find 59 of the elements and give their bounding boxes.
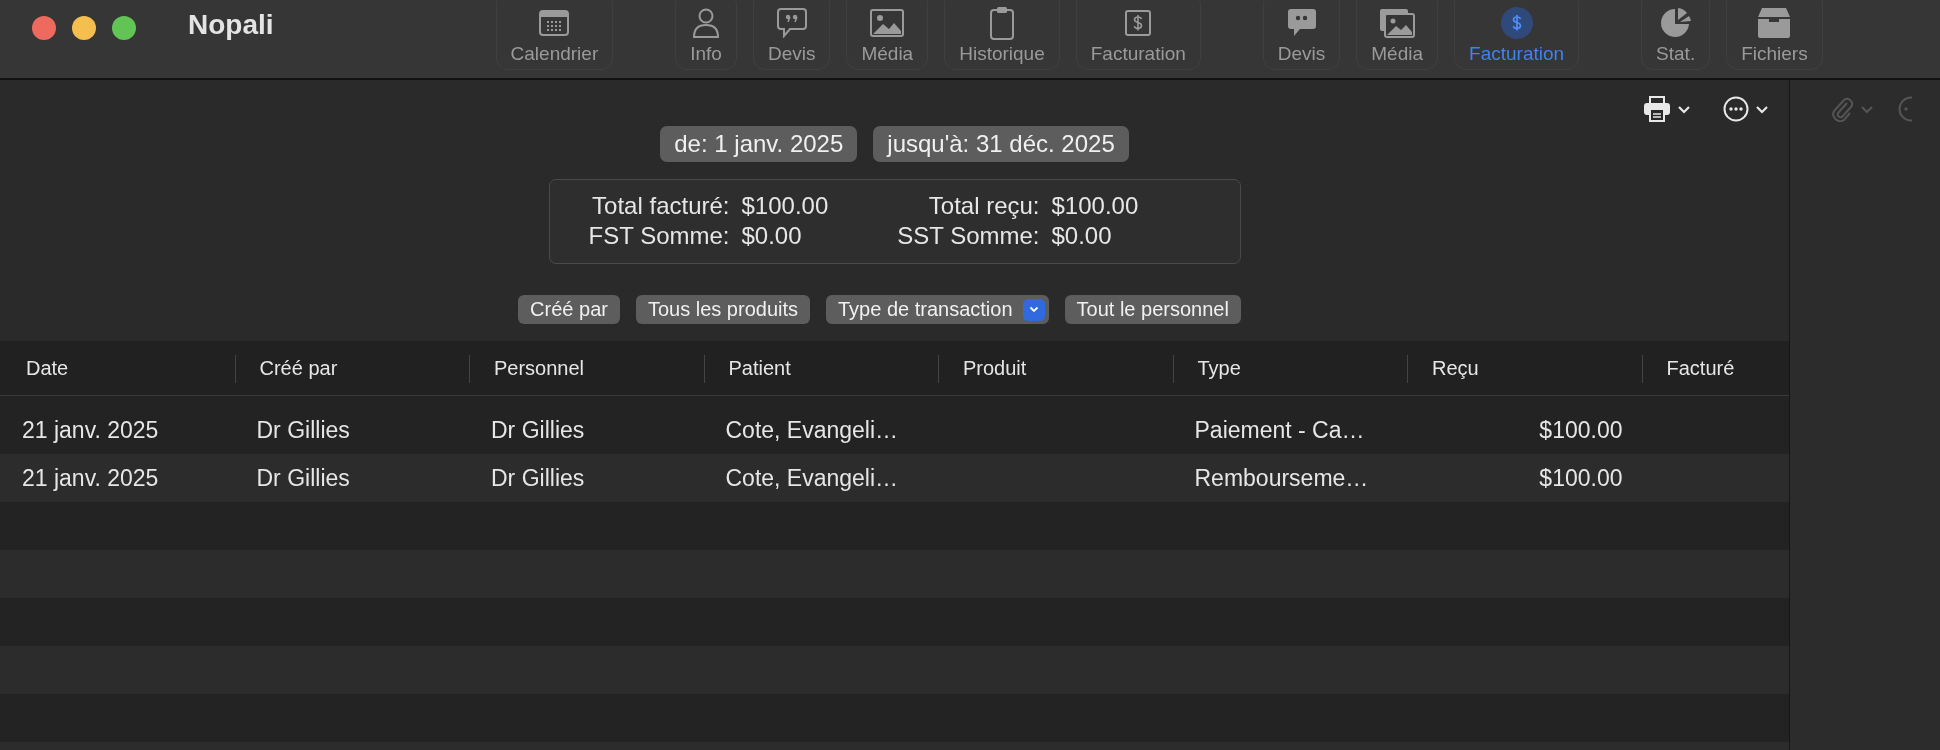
column-header[interactable]: Facturé bbox=[1641, 356, 1735, 380]
summary-value: $100.00 bbox=[1051, 191, 1139, 221]
table-cell: Cote, Evangeli… bbox=[725, 464, 899, 491]
table-cell: Rembourseme… bbox=[1194, 464, 1369, 491]
column-header[interactable]: Reçu bbox=[1407, 356, 1479, 380]
column-header[interactable]: Créé par bbox=[234, 356, 338, 380]
more-menu-button[interactable] bbox=[1723, 94, 1769, 124]
speech-bubble-icon bbox=[776, 8, 807, 38]
column-header[interactable]: Personnel bbox=[469, 356, 585, 380]
table-cell: $100.00 bbox=[1539, 464, 1623, 491]
column-header[interactable]: Date bbox=[0, 356, 69, 380]
dollar-icon bbox=[1125, 10, 1152, 36]
summary-label: Total reçu: bbox=[927, 191, 1040, 221]
summary-label: SST Somme: bbox=[896, 221, 1040, 251]
date-button[interactable]: de: 1 janv. 2025 bbox=[660, 126, 858, 162]
paperclip-icon bbox=[1830, 96, 1854, 122]
filter-button[interactable]: Tout le personnel bbox=[1064, 295, 1241, 324]
more-icon bbox=[1723, 96, 1749, 122]
window-title: Nopali bbox=[188, 9, 274, 41]
filter-button[interactable]: Tous les produits bbox=[635, 295, 810, 324]
column-header[interactable]: Produit bbox=[938, 356, 1027, 380]
calendar-icon bbox=[539, 10, 570, 36]
transaction-type-dropdown[interactable]: Type de transaction bbox=[826, 295, 1049, 324]
tray-icon bbox=[1757, 7, 1792, 39]
chevron-down-icon bbox=[1755, 104, 1769, 114]
chevron-down-icon bbox=[1860, 104, 1874, 114]
dollar-icon bbox=[1500, 7, 1533, 39]
filter-button[interactable]: Créé par bbox=[518, 295, 620, 324]
table-cell: 21 janv. 2025 bbox=[22, 416, 159, 443]
table-cell: Dr Gillies bbox=[491, 416, 585, 443]
table-cell: $100.00 bbox=[1539, 416, 1623, 443]
table-row[interactable]: 21 janv. 2025 Dr Gillies Dr Gillies Cote, Evangeli… Rembourseme… $100.00 bbox=[0, 454, 1789, 502]
chevron-down-icon bbox=[1028, 306, 1039, 313]
table-cell: Cote, Evangeli… bbox=[725, 416, 899, 443]
print-menu-button[interactable] bbox=[1643, 94, 1691, 124]
summary-label: FST Somme: bbox=[587, 221, 730, 251]
column-header[interactable]: Patient bbox=[703, 356, 791, 380]
table-cell: Dr Gillies bbox=[491, 464, 585, 491]
zoom-button[interactable] bbox=[112, 16, 136, 40]
speech-bubble-icon bbox=[1286, 8, 1317, 38]
clipboard-icon bbox=[989, 6, 1014, 40]
table-cell: 21 janv. 2025 bbox=[22, 464, 159, 491]
printer-icon bbox=[1643, 96, 1671, 122]
summary-label: Total facturé: bbox=[591, 191, 730, 221]
chevron-down-icon bbox=[1677, 104, 1691, 114]
date-button[interactable]: jusqu'à: 31 déc. 2025 bbox=[873, 126, 1129, 162]
table-cell: Paiement - Ca… bbox=[1194, 416, 1365, 443]
photos-icon bbox=[1379, 8, 1416, 38]
image-icon bbox=[870, 9, 905, 37]
table-cell: Dr Gillies bbox=[256, 464, 350, 491]
summary-value: $0.00 bbox=[741, 221, 802, 251]
summary-value: $100.00 bbox=[741, 191, 829, 221]
summary-value: $0.00 bbox=[1051, 221, 1112, 251]
column-header[interactable]: Type bbox=[1172, 356, 1241, 380]
person-icon bbox=[692, 8, 721, 38]
close-button[interactable] bbox=[32, 16, 56, 40]
table-cell: Dr Gillies bbox=[256, 416, 350, 443]
minimize-button[interactable] bbox=[72, 16, 96, 40]
pie-chart-icon bbox=[1659, 7, 1692, 39]
